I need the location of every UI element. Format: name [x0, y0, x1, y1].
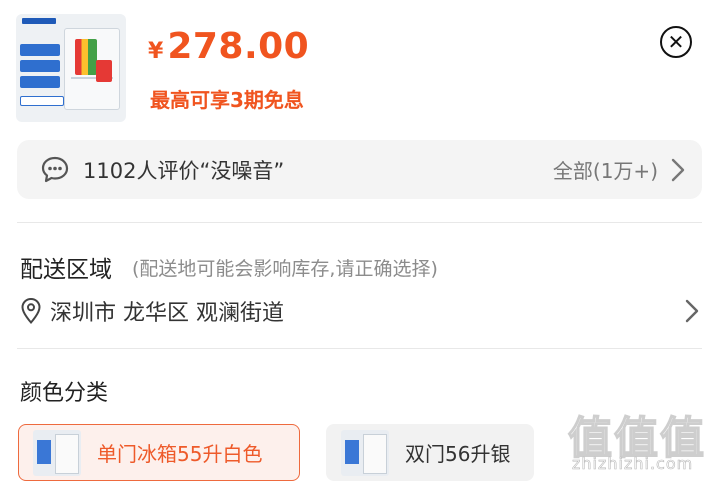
color-option-double-door-56l-silver[interactable]: 双门56升银: [326, 424, 534, 481]
chevron-right-icon: [671, 158, 685, 181]
promo-badge: [20, 96, 64, 106]
delivery-address: 深圳市 龙华区 观澜街道: [50, 301, 284, 326]
site-watermark: 值值值 zhizhizhi.com: [560, 398, 720, 482]
watermark-url: zhizhizhi.com: [572, 454, 694, 474]
location-pin-icon: [21, 297, 41, 324]
delivery-note: (配送地可能会影响库存,请正确选择): [132, 258, 438, 280]
option-label: 单门冰箱55升白色: [97, 442, 263, 466]
color-option-single-door-55l-white[interactable]: 单门冰箱55升白色: [18, 424, 300, 481]
promo-tag: [96, 60, 112, 82]
feature-tag: [20, 76, 60, 88]
all-reviews-link[interactable]: 全部(1万+): [553, 155, 658, 184]
review-summary: 1102人评价“没噪音”: [83, 158, 285, 183]
close-button[interactable]: ✕: [660, 26, 692, 58]
product-price: ¥ 278.00: [148, 26, 309, 67]
color-category-title: 颜色分类: [20, 381, 109, 406]
section-divider: [17, 222, 702, 223]
delivery-title: 配送区域: [20, 257, 112, 283]
price-value: 278.00: [167, 26, 310, 67]
feature-tag: [20, 44, 60, 56]
close-icon: ✕: [667, 30, 685, 54]
section-divider: [17, 348, 702, 349]
watermark-logo: 值值值: [567, 412, 706, 465]
chat-bubble-icon: [41, 156, 69, 182]
drinks-illustration: [75, 39, 97, 75]
installment-info: 最高可享3期免息: [150, 88, 304, 112]
option-thumbnail: [33, 429, 81, 476]
brand-strip: [22, 18, 56, 24]
option-label: 双门56升银: [405, 442, 511, 466]
currency-symbol: ¥: [148, 39, 164, 64]
option-thumbnail: [341, 429, 389, 476]
product-thumbnail: [16, 14, 126, 122]
delivery-address-selector[interactable]: 深圳市 龙华区 观澜街道: [20, 294, 702, 328]
chevron-right-icon: [685, 299, 699, 323]
reviews-bar[interactable]: 1102人评价“没噪音” 全部(1万+): [17, 140, 702, 199]
feature-tag: [20, 60, 60, 72]
